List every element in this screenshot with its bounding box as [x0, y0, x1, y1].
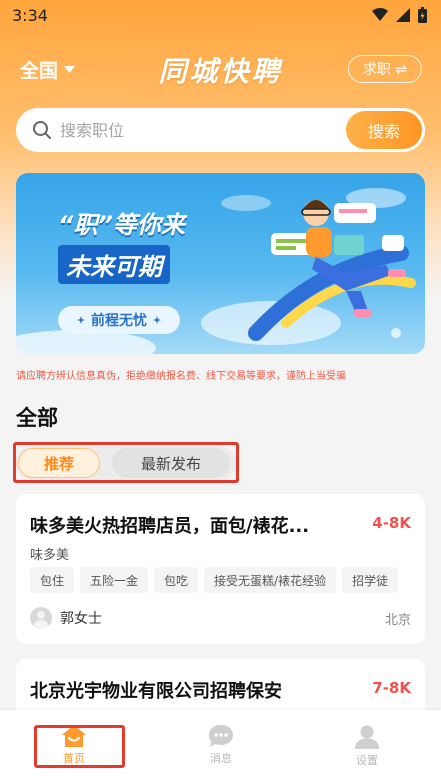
- status-time: 3:34: [12, 5, 48, 25]
- poster-name: 郭女士: [60, 611, 102, 627]
- job-salary: 4-8K: [372, 514, 411, 532]
- tabbar-home[interactable]: 首页: [34, 724, 114, 766]
- chat-icon: [209, 725, 233, 747]
- job-card[interactable]: 味多美火热招聘店员，面包/裱花... 4-8K 味多美 包住 五险一金 包吃 接…: [16, 494, 425, 644]
- section-title: 全部: [16, 406, 58, 430]
- filter-tabs: 最新发布 推荐: [16, 446, 236, 480]
- banner-pill-label: 前程无忧: [91, 313, 147, 329]
- battery-icon: [418, 7, 427, 23]
- tabbar-home-label: 首页: [63, 752, 85, 765]
- sparkle-icon: [77, 316, 85, 324]
- home-icon: [62, 725, 86, 747]
- tabbar-messages-label: 消息: [210, 752, 232, 765]
- sparkle-icon: [153, 316, 161, 324]
- banner-subheadline: 未来可期: [58, 245, 170, 284]
- job-title: 味多美火热招聘店员，面包/裱花...: [30, 516, 310, 537]
- job-tag: 五险一金: [80, 567, 149, 593]
- fraud-notice: 请应聘方辨认信息真伪，拒绝缴纳报名费、线下交易等要求，谨防上当受骗: [16, 371, 346, 382]
- tab-latest[interactable]: 最新发布: [112, 448, 230, 478]
- role-switch-button[interactable]: 求职 ⇌: [348, 55, 422, 83]
- banner-pill: 前程无忧: [58, 306, 180, 334]
- job-tag: 包住: [30, 567, 75, 593]
- job-tag: 招学徒: [342, 567, 399, 593]
- search-icon: [33, 121, 51, 139]
- user-icon: [355, 725, 379, 749]
- job-salary: 7-8K: [372, 679, 411, 697]
- signal-icon: [396, 8, 410, 22]
- job-tag: 包吃: [154, 567, 199, 593]
- tabbar-messages[interactable]: 消息: [181, 724, 261, 766]
- job-tag: 接受无蛋糕/裱花经验: [204, 567, 337, 593]
- search-bar: 搜索: [16, 108, 425, 152]
- bottom-tab-bar: 首页 消息 设置: [0, 710, 441, 784]
- top-header: 全国 同城快聘 求职 ⇌: [0, 50, 441, 88]
- tabbar-settings-label: 设置: [356, 754, 378, 767]
- wifi-icon: [372, 8, 388, 21]
- tab-recommended[interactable]: 推荐: [18, 448, 100, 478]
- promo-banner[interactable]: “职”等你来 未来可期 前程无忧: [16, 173, 425, 354]
- search-button[interactable]: 搜索: [346, 111, 422, 149]
- job-city: 北京: [384, 613, 411, 628]
- avatar: [30, 607, 52, 629]
- job-poster: 郭女士: [30, 607, 102, 629]
- job-company: 味多美: [30, 548, 70, 563]
- job-tags: 包住 五险一金 包吃 接受无蛋糕/裱花经验 招学徒: [30, 567, 399, 593]
- status-bar: 3:34: [0, 0, 441, 30]
- tabbar-settings[interactable]: 设置: [327, 724, 407, 768]
- banner-headline: “职”等你来: [58, 211, 185, 239]
- search-input[interactable]: [60, 120, 330, 140]
- job-title: 北京光宇物业有限公司招聘保安: [30, 681, 282, 702]
